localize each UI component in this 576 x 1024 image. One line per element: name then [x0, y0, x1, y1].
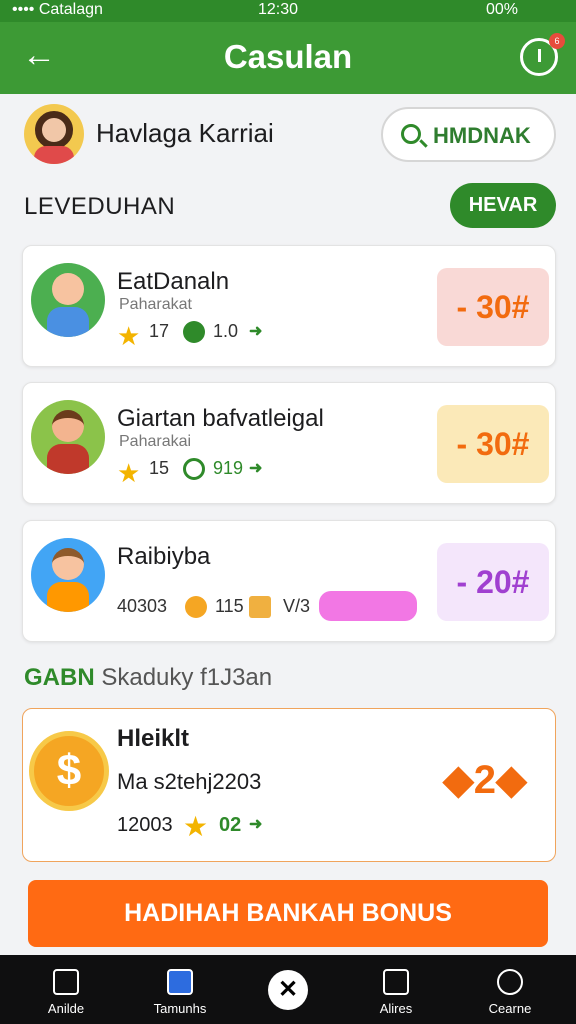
player-name: EatDanaln: [117, 268, 230, 295]
schedule-title: GABN Skaduky f1J3an: [24, 664, 272, 692]
player-name: Giartan bafvatleigal: [117, 405, 324, 432]
status-bar: •••• Catalagn 12:30 00%: [0, 0, 576, 22]
search-icon: [401, 124, 421, 144]
avatar: [31, 538, 105, 612]
notification-badge: 6: [549, 33, 565, 49]
nav-item-stats[interactable]: Tamunhs: [130, 955, 230, 1024]
home-icon: [53, 969, 79, 995]
shield-icon: [183, 458, 205, 480]
star-count: 17: [149, 321, 170, 341]
battery-text: 00%: [486, 1, 519, 18]
avatar[interactable]: [24, 104, 84, 164]
bonus-card[interactable]: $ Hleiklt Ma s2tehj2203 12003 ★ 02 ➜ ◆2◆: [22, 708, 556, 862]
bottom-nav: Anilde Tamunhs ✕ Alires Cearne: [0, 955, 576, 1024]
user-name: Havlaga Karriai: [96, 118, 274, 148]
profile-icon: [497, 969, 523, 995]
reward-badge: - 30#: [437, 268, 549, 346]
search-button[interactable]: HMDNAK: [381, 107, 556, 162]
bonus-subtitle: Ma s2tehj2203: [117, 769, 262, 794]
bonus-stats: 12003 ★ 02 ➜: [117, 811, 317, 842]
star-icon: ★: [117, 321, 141, 351]
search-label: HMDNAK: [433, 123, 531, 148]
chest-label: V/3: [283, 596, 311, 616]
app-header: ← Casulan 6: [0, 22, 576, 94]
arrow-right-icon: ➜: [249, 460, 263, 477]
clock-text: 12:30: [258, 1, 299, 18]
diamond-left-icon: ◆: [443, 758, 474, 802]
player-code: 40303: [117, 596, 168, 616]
diamond-right-icon: ◆: [496, 758, 527, 802]
leaderboard-item[interactable]: Raibiyba 40303 115 V/3 - 20#: [22, 520, 556, 642]
player-subtitle: Paharakai: [119, 433, 192, 450]
avatar: [31, 263, 105, 337]
bonus-code: 12003: [117, 814, 173, 836]
chart-icon: [167, 969, 193, 995]
dollar-coin-icon: $: [29, 731, 109, 811]
star-icon: ★: [183, 811, 209, 842]
nav-label: Cearne: [488, 1001, 532, 1016]
nav-label: Anilde: [47, 1001, 85, 1016]
leaderboard-item[interactable]: EatDanaln Paharakat ★ 17 1.0 ➜ - 30#: [22, 245, 556, 367]
bonus-title: Hleiklt: [117, 725, 190, 752]
avatar: [31, 400, 105, 474]
nav-label: Alires: [379, 1001, 413, 1016]
arrow-right-icon: ➜: [249, 323, 263, 340]
shield-count: 919: [213, 458, 244, 478]
leaderboard-title: LEVEDUHAN: [24, 193, 176, 220]
reward-badge: - 30#: [437, 405, 549, 483]
nav-item-profile[interactable]: Cearne: [460, 955, 560, 1024]
star-count: 15: [149, 458, 170, 478]
star-icon: ★: [117, 458, 141, 488]
leaderboard-action-button[interactable]: HEVAR: [450, 183, 556, 228]
bonus-stars: 02: [219, 814, 242, 836]
coin-count: 115: [215, 596, 244, 616]
list-icon: [383, 969, 409, 995]
player-subtitle: Paharakat: [119, 296, 192, 313]
nav-item-home[interactable]: Anilde: [16, 955, 116, 1024]
bonus-value: ◆2◆: [443, 757, 527, 803]
schedule-title-green: GABN: [24, 664, 95, 691]
coin-icon: [185, 596, 207, 618]
schedule-title-text: Skaduky f1J3an: [101, 664, 273, 691]
arrow-right-icon: ➜: [249, 816, 263, 833]
nav-item-list[interactable]: Alires: [346, 955, 446, 1024]
nav-label: Tamunhs: [153, 1001, 207, 1016]
progress-bar: [319, 591, 417, 621]
reward-badge: - 20#: [437, 543, 549, 621]
timer-icon[interactable]: 6: [520, 33, 565, 76]
leaderboard-item[interactable]: Giartan bafvatleigal Paharakai ★ 15 919 …: [22, 382, 556, 504]
bonus-value-number: 2: [473, 758, 497, 802]
gem-count: 1.0: [213, 321, 239, 341]
close-icon[interactable]: ✕: [268, 970, 308, 1010]
chest-icon: [249, 596, 271, 618]
player-name: Raibiyba: [117, 543, 211, 570]
gem-icon: [183, 321, 205, 343]
claim-bonus-button[interactable]: HADIHAH BANKAH BONUS: [28, 880, 548, 947]
page-title: Casulan: [223, 38, 353, 75]
carrier-text: •••• Catalagn: [12, 1, 103, 18]
